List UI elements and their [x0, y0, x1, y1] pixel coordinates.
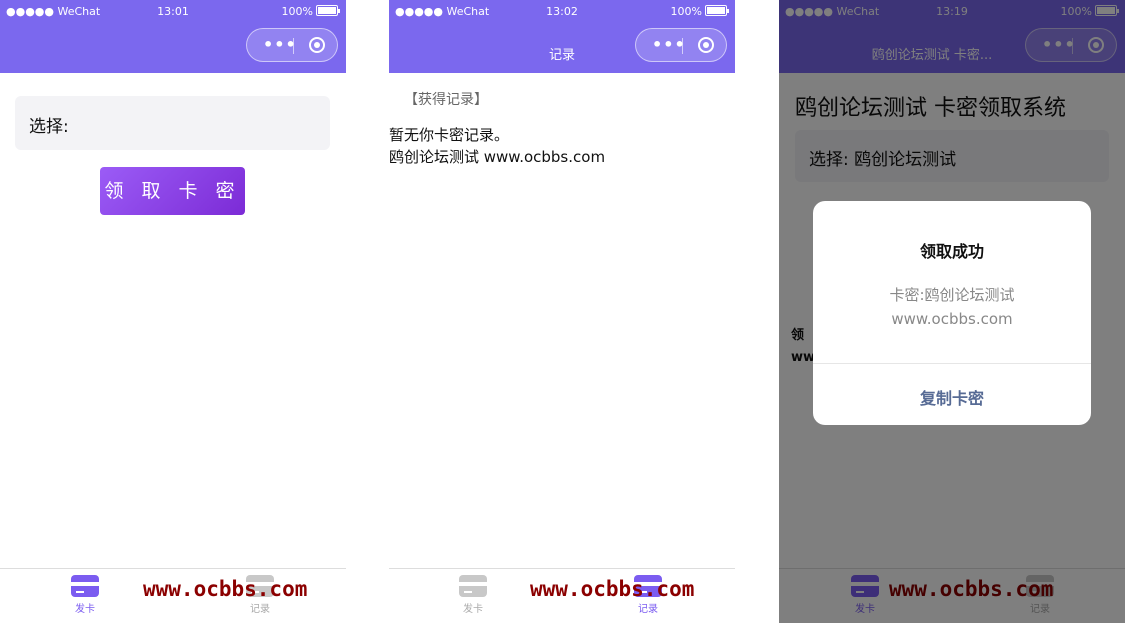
watermark: www.ocbbs.com — [143, 577, 308, 601]
tab-records-label: 记录 — [250, 604, 270, 615]
battery-icon — [316, 5, 340, 16]
status-bar: ●●●●● WeChat 13:01 100% — [0, 0, 346, 20]
watermark: www.ocbbs.com — [530, 577, 695, 601]
tab-issue[interactable]: 发卡 — [55, 575, 115, 615]
select-label: 选择: — [29, 117, 69, 137]
screen-records: ●●●●● WeChat 13:02 100% 记录 ••• 【获得记录】 暂无… — [389, 0, 735, 623]
records-heading: 【获得记录】 — [404, 92, 488, 108]
battery-icon — [705, 5, 729, 16]
modal-content: 卡密:鸥创论坛测试 www.ocbbs.com — [833, 283, 1071, 331]
screen-issue-card: ●●●●● WeChat 13:01 100% ••• 选择: 领 取 卡 密 … — [0, 0, 346, 623]
card-icon — [459, 575, 487, 597]
tab-issue-label: 发卡 — [75, 604, 95, 615]
claim-card-button[interactable]: 领 取 卡 密 — [100, 167, 245, 215]
modal-divider — [813, 363, 1091, 364]
success-modal: 领取成功 卡密:鸥创论坛测试 www.ocbbs.com 复制卡密 — [813, 201, 1091, 425]
battery-percent: 100% — [281, 5, 313, 18]
no-records-text: 暂无你卡密记录。 — [389, 126, 510, 144]
screen-claim-success: ●●●●● WeChat 13:19 100% 鸥创论坛测试 卡密... •••… — [779, 0, 1125, 623]
more-icon[interactable]: ••• — [263, 35, 297, 54]
select-field[interactable]: 选择: — [15, 96, 330, 150]
site-text: 鸥创论坛测试 www.ocbbs.com — [389, 148, 606, 166]
modal-content-line-1: 卡密:鸥创论坛测试 — [889, 286, 1015, 304]
battery-indicator: 100% — [670, 5, 729, 18]
card-icon — [71, 575, 99, 597]
tab-issue[interactable]: 发卡 — [443, 575, 503, 615]
modal-content-line-2: www.ocbbs.com — [891, 310, 1013, 328]
close-miniprogram-icon[interactable] — [698, 37, 714, 53]
modal-title: 领取成功 — [919, 242, 984, 261]
nav-bar: ●●●●● WeChat 13:02 100% 记录 ••• — [389, 0, 735, 73]
status-bar: ●●●●● WeChat 13:02 100% — [389, 0, 735, 20]
close-miniprogram-icon[interactable] — [309, 37, 325, 53]
copy-card-button[interactable]: 复制卡密 — [813, 385, 1091, 409]
nav-bar: ●●●●● WeChat 13:01 100% ••• — [0, 0, 346, 73]
records-content: 暂无你卡密记录。 鸥创论坛测试 www.ocbbs.com — [389, 124, 605, 168]
capsule-menu[interactable]: ••• — [635, 28, 727, 62]
battery-percent: 100% — [670, 5, 702, 18]
capsule-menu[interactable]: ••• — [246, 28, 338, 62]
battery-indicator: 100% — [281, 5, 340, 18]
capsule-divider — [293, 38, 294, 54]
tab-records-label: 记录 — [638, 604, 658, 615]
tab-issue-label: 发卡 — [463, 604, 483, 615]
more-icon[interactable]: ••• — [652, 35, 686, 54]
capsule-divider — [682, 38, 683, 54]
